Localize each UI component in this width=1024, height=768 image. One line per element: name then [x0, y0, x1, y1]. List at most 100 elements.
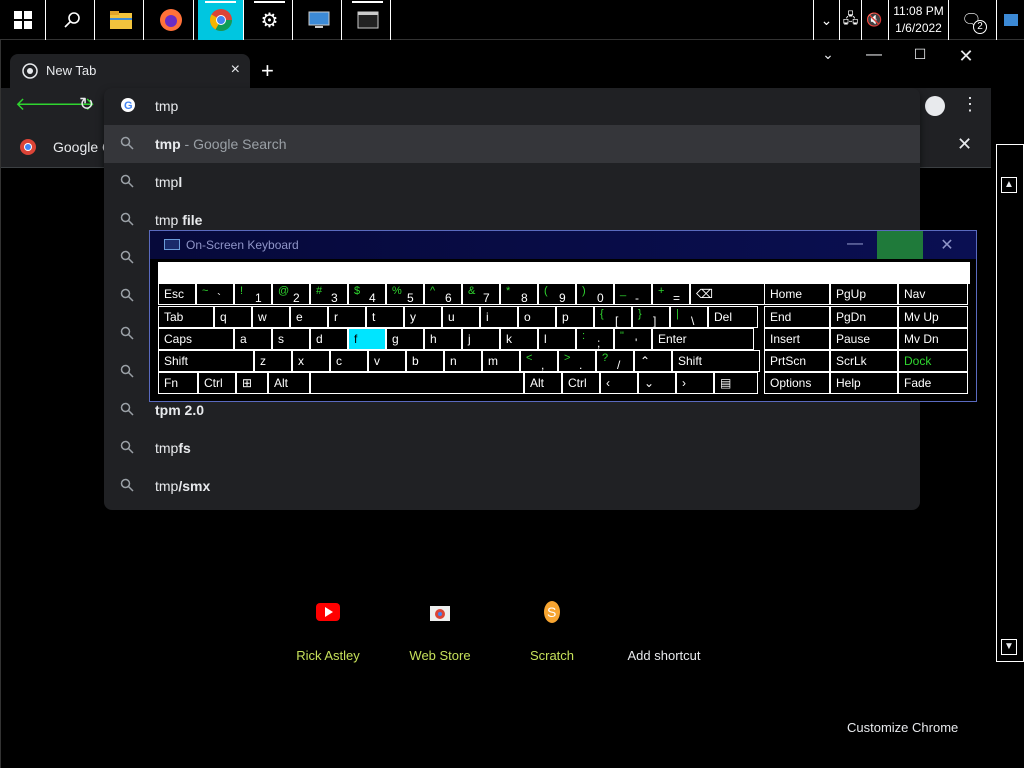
osk-close-button[interactable]: ✕	[932, 235, 962, 255]
key-scrlk[interactable]: ScrLk	[830, 350, 898, 372]
key-p[interactable]: p	[556, 306, 594, 328]
key-r[interactable]: r	[328, 306, 366, 328]
key-del[interactable]: Del	[708, 306, 758, 328]
profile-icon[interactable]	[925, 96, 945, 116]
key-m[interactable]: m	[482, 350, 520, 372]
key-y[interactable]: y	[404, 306, 442, 328]
key-sym2-2[interactable]: | \	[670, 306, 708, 328]
scroll-up-icon[interactable]: ▲	[1001, 177, 1017, 193]
key-s[interactable]: s	[272, 328, 310, 350]
key-arrow-right[interactable]: ›	[676, 372, 714, 394]
key-caps[interactable]: Caps	[158, 328, 234, 350]
osk-minimize-button[interactable]: —	[840, 235, 870, 255]
key-sym2-0[interactable]: {[	[594, 306, 632, 328]
key-num-8[interactable]: & 7	[462, 283, 500, 305]
show-desktop-button[interactable]	[996, 0, 1024, 40]
reload-button[interactable]: ↻	[79, 94, 94, 115]
key-pause[interactable]: Pause	[830, 328, 898, 350]
firefox-button[interactable]	[148, 0, 194, 40]
key-l[interactable]: l	[538, 328, 576, 350]
maximize-button[interactable]: ☐	[900, 46, 940, 70]
key-mv-dn[interactable]: Mv Dn	[898, 328, 968, 350]
key-x[interactable]: x	[292, 350, 330, 372]
omnibox-input[interactable]: G tmp	[104, 88, 920, 124]
start-button[interactable]	[0, 0, 46, 40]
close-window-button[interactable]: ✕	[946, 46, 986, 70]
osk-maximize-button[interactable]	[877, 231, 923, 259]
scroll-down-icon[interactable]: ▼	[1001, 639, 1017, 655]
key-arrow-up[interactable]: ⌃	[634, 350, 672, 372]
tab-new-tab[interactable]: New Tab ×	[10, 54, 250, 88]
key-menu[interactable]: ▤	[714, 372, 758, 394]
key-num-2[interactable]: ! 1	[234, 283, 272, 305]
key-insert[interactable]: Insert	[764, 328, 830, 350]
suggestion-item[interactable]: tmpl	[104, 163, 920, 201]
key-home[interactable]: Home	[764, 283, 830, 305]
key-sym4-0[interactable]: <,	[520, 350, 558, 372]
network-button[interactable]: 🖧	[839, 0, 861, 40]
key-num-5[interactable]: $4	[348, 283, 386, 305]
key-b[interactable]: b	[406, 350, 444, 372]
search-button[interactable]	[49, 0, 95, 40]
key-windows[interactable]: ⊞	[236, 372, 268, 394]
key-fade[interactable]: Fade	[898, 372, 968, 394]
key-pgdn[interactable]: PgDn	[830, 306, 898, 328]
key-w[interactable]: w	[252, 306, 290, 328]
volume-button[interactable]: 🔇	[861, 0, 887, 40]
key-j[interactable]: j	[462, 328, 500, 350]
key-num-7[interactable]: ^ 6	[424, 283, 462, 305]
key-esc[interactable]: Esc	[158, 283, 196, 305]
tab-search-icon[interactable]: ⌄	[808, 46, 848, 70]
key-alt-left[interactable]: Alt	[268, 372, 310, 394]
close-bar-icon[interactable]: ✕	[957, 134, 972, 155]
key-space[interactable]	[310, 372, 524, 394]
action-center-button[interactable]: 🗨 2	[948, 0, 994, 40]
key-pgup[interactable]: PgUp	[830, 283, 898, 305]
shortcut-add[interactable]: Add shortcut	[608, 588, 720, 663]
key-t[interactable]: t	[366, 306, 404, 328]
shortcut-web-store[interactable]: Web Store	[384, 588, 496, 663]
file-explorer-button[interactable]	[98, 0, 144, 40]
key-backspace[interactable]: ⌫	[690, 283, 766, 305]
key-h[interactable]: h	[424, 328, 462, 350]
key-num-4[interactable]: #3	[310, 283, 348, 305]
suggestion-item[interactable]: tmp/smx	[104, 467, 920, 505]
key-tab[interactable]: Tab	[158, 306, 214, 328]
key-help[interactable]: Help	[830, 372, 898, 394]
tray-overflow-button[interactable]: ⌄	[813, 0, 839, 40]
key-num-6[interactable]: % 5	[386, 283, 424, 305]
osk-title-bar[interactable]: On-Screen Keyboard — ✕	[150, 231, 976, 259]
key-k[interactable]: k	[500, 328, 538, 350]
key-num-11[interactable]: ) 0	[576, 283, 614, 305]
key-ctrl-right[interactable]: Ctrl	[562, 372, 600, 394]
key-nav[interactable]: Nav	[898, 283, 968, 305]
key-f[interactable]: f	[348, 328, 386, 350]
key-dock[interactable]: Dock	[898, 350, 968, 372]
remote-desktop-button[interactable]	[296, 0, 342, 40]
key-num-1[interactable]: ~ `	[196, 283, 234, 305]
chrome-taskbar-button[interactable]	[198, 0, 244, 40]
key-mv-up[interactable]: Mv Up	[898, 306, 968, 328]
key-sym2-1[interactable]: }]	[632, 306, 670, 328]
shortcut-scratch[interactable]: S Scratch	[496, 588, 608, 663]
key-v[interactable]: v	[368, 350, 406, 372]
key-num-10[interactable]: (9	[538, 283, 576, 305]
suggestion-item[interactable]: tmpfs	[104, 429, 920, 467]
key-enter[interactable]: Enter	[652, 328, 754, 350]
key-arrow-down[interactable]: ⌄	[638, 372, 676, 394]
key-num-12[interactable]: _ -	[614, 283, 652, 305]
key-num-9[interactable]: * 8	[500, 283, 538, 305]
key-sym3-0[interactable]: :;	[576, 328, 614, 350]
key-o[interactable]: o	[518, 306, 556, 328]
key-sym4-1[interactable]: >.	[558, 350, 596, 372]
key-u[interactable]: u	[442, 306, 480, 328]
key-a[interactable]: a	[234, 328, 272, 350]
key-num-3[interactable]: @2	[272, 283, 310, 305]
tab-close-icon[interactable]: ×	[231, 61, 240, 79]
key-arrow-left[interactable]: ‹	[600, 372, 638, 394]
terminal-button[interactable]	[345, 0, 391, 40]
key-ctrl-left[interactable]: Ctrl	[198, 372, 236, 394]
key-e[interactable]: e	[290, 306, 328, 328]
key-i[interactable]: i	[480, 306, 518, 328]
key-n[interactable]: n	[444, 350, 482, 372]
